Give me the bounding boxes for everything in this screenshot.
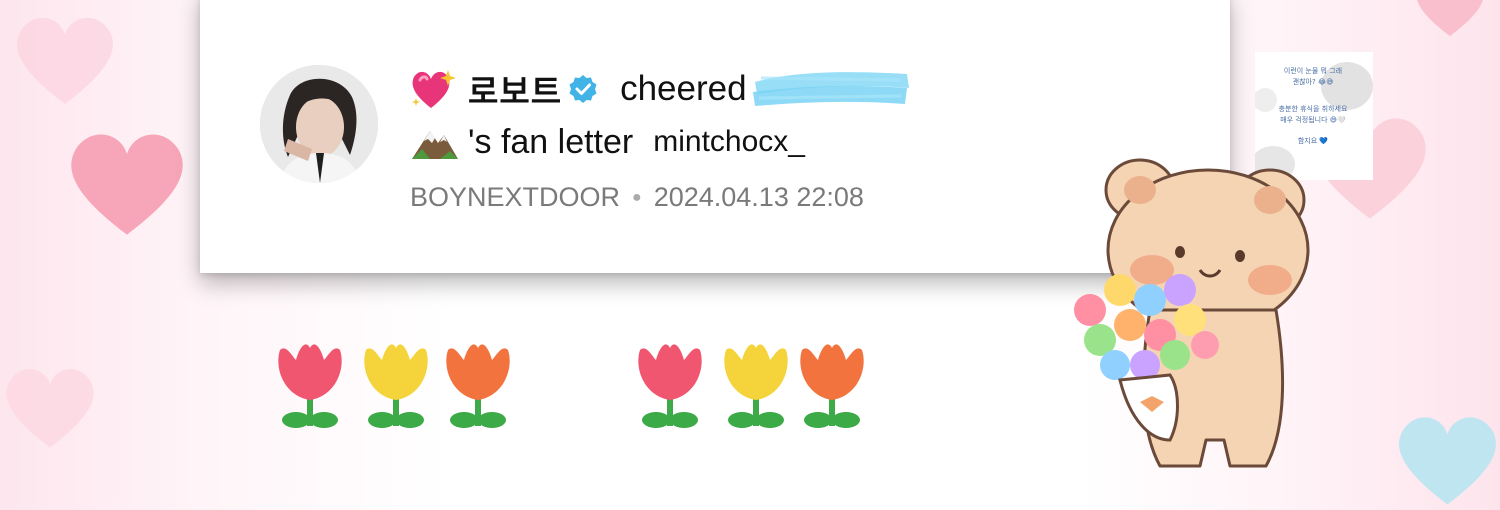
post-meta: BOYNEXTDOOR ● 2024.04.13 22:08 bbox=[410, 182, 864, 213]
tulip-red-icon bbox=[638, 344, 702, 428]
user-avatar[interactable] bbox=[260, 65, 378, 183]
tulip-orange-icon bbox=[446, 344, 510, 428]
thumbnail-line: 이런이 눈물 뭐 그래 bbox=[1283, 67, 1343, 75]
user-name[interactable]: 로보트 bbox=[468, 65, 562, 113]
group-name[interactable]: BOYNEXTDOOR bbox=[410, 182, 620, 213]
tulip-orange-icon bbox=[800, 344, 864, 428]
background-heart-left-mid bbox=[71, 134, 183, 235]
tulip-yellow-icon bbox=[724, 344, 788, 428]
sparkling-heart-icon bbox=[410, 68, 456, 110]
thumbnail-line: 매우 걱정됩니다 😅🤍 bbox=[1280, 116, 1346, 124]
fan-letter-text: 's fan letter bbox=[468, 122, 634, 161]
action-text: cheered bbox=[620, 69, 747, 108]
background-heart-left-bottom bbox=[6, 369, 94, 448]
bear-with-bouquet-sticker bbox=[1074, 158, 1310, 468]
notification-line-1: 로보트 cheered bbox=[410, 66, 911, 112]
tulip-row-right bbox=[632, 338, 872, 438]
background-heart-right-top bbox=[1417, 0, 1483, 37]
tulip-red-icon bbox=[278, 344, 342, 428]
tulip-row-left bbox=[272, 338, 512, 438]
tulip-yellow-icon bbox=[364, 344, 428, 428]
background-heart-left-top bbox=[17, 17, 113, 105]
thumbnail-line: 충분한 휴식을 취하세요 bbox=[1278, 105, 1348, 113]
letter-author[interactable]: mintchocx_ bbox=[653, 125, 805, 159]
mountain-emoji-icon bbox=[410, 123, 460, 161]
notification-line-2: 's fan letter mintchocx_ bbox=[410, 120, 805, 164]
redaction-scribble bbox=[751, 68, 911, 110]
meta-separator: ● bbox=[632, 188, 642, 206]
thumbnail-line: 괜찮아? 😂😅 bbox=[1292, 78, 1334, 86]
background-heart-right-bottom bbox=[1399, 417, 1496, 505]
timestamp: 2024.04.13 22:08 bbox=[653, 182, 864, 212]
verified-badge-icon bbox=[568, 74, 598, 104]
